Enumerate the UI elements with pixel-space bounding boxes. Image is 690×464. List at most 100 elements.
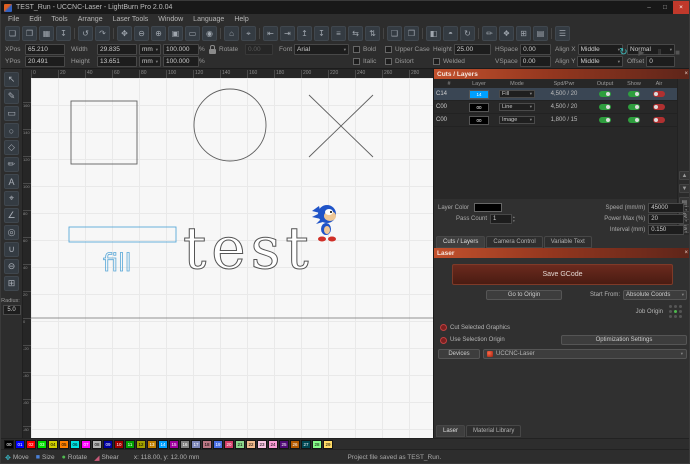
ungroup-icon[interactable]: ❒ xyxy=(404,26,419,41)
layer-color-swatch[interactable]: 14 xyxy=(469,89,489,99)
interval-input[interactable]: 0.150 xyxy=(648,224,685,235)
test-text-shape[interactable]: test xyxy=(183,214,314,283)
node-edit-icon[interactable]: ✏ xyxy=(482,26,497,41)
job-origin-dot[interactable] xyxy=(679,310,682,313)
palette-swatch-10[interactable]: 10 xyxy=(114,439,124,449)
save-file-icon[interactable]: ▦ xyxy=(39,26,54,41)
palette-swatch-22[interactable]: 22 xyxy=(246,439,256,449)
job-origin-dot[interactable] xyxy=(669,310,672,313)
layer-mode-select[interactable]: Fill ▾ xyxy=(499,90,535,98)
job-origin-dot[interactable] xyxy=(674,305,677,308)
palette-swatch-18[interactable]: 18 xyxy=(202,439,212,449)
layer-row[interactable]: C14 14 Fill ▾ 4,500 / 20 xyxy=(434,88,677,101)
layer-output-toggle[interactable] xyxy=(599,117,611,123)
job-origin-dot[interactable] xyxy=(669,305,672,308)
job-origin-dot[interactable] xyxy=(679,315,682,318)
layer-air-toggle[interactable] xyxy=(653,117,665,123)
go-to-origin-icon[interactable]: ⌖ xyxy=(241,26,256,41)
weld-shapes-icon[interactable]: ∪ xyxy=(4,242,19,257)
interval-stepper[interactable]: ▴ ▾ xyxy=(685,226,687,234)
pan-icon[interactable]: ✥ xyxy=(117,26,132,41)
palette-swatch-23[interactable]: 23 xyxy=(257,439,267,449)
zoom-in-icon[interactable]: ⊕ xyxy=(151,26,166,41)
palette-swatch-15[interactable]: 15 xyxy=(169,439,179,449)
distribute-h-icon[interactable]: ⇆ xyxy=(348,26,363,41)
width-scale-input[interactable]: 100.000 xyxy=(163,43,199,55)
align-top-icon[interactable]: ↥ xyxy=(297,26,312,41)
ypos-input[interactable]: 20.491 xyxy=(25,55,65,67)
menu-edit[interactable]: Edit xyxy=(24,16,46,23)
tab-laser[interactable]: Laser xyxy=(436,425,466,437)
drawing-area[interactable]: fill test xyxy=(31,78,433,438)
mirror-h-icon[interactable]: ◧ xyxy=(426,26,441,41)
palette-swatch-19[interactable]: 19 xyxy=(213,439,223,449)
tab-cuts-layers[interactable]: Cuts / Layers xyxy=(436,236,486,248)
palette-swatch-27[interactable]: 27 xyxy=(301,439,311,449)
menu-arrange[interactable]: Arrange xyxy=(73,16,108,23)
layer-air-toggle[interactable] xyxy=(653,104,665,110)
align-bottom-icon[interactable]: ↧ xyxy=(314,26,329,41)
layer-row[interactable]: C00 00 Image ▾ 1,800 / 15 xyxy=(434,114,677,127)
pass-count-stepper[interactable]: ▴ ▾ xyxy=(513,215,515,223)
job-origin-dot[interactable] xyxy=(679,305,682,308)
layer-row[interactable]: C00 00 Line ▾ 4,500 / 20 xyxy=(434,101,677,114)
palette-swatch-05[interactable]: 05 xyxy=(59,439,69,449)
distort-checkbox[interactable] xyxy=(385,57,392,65)
select-tool-icon[interactable]: ↖ xyxy=(4,72,19,87)
palette-swatch-12[interactable]: 12 xyxy=(136,439,146,449)
home-icon[interactable]: ⌂ xyxy=(224,26,239,41)
rotate-cw-icon[interactable]: ↻ xyxy=(460,26,475,41)
italic-checkbox[interactable] xyxy=(353,57,360,65)
position-laser-icon[interactable]: ⌖ xyxy=(4,191,19,206)
close-button[interactable]: × xyxy=(673,1,689,14)
power-max-stepper[interactable]: ▴ ▾ xyxy=(685,215,687,223)
hspace-input[interactable]: 0.00 xyxy=(520,43,551,55)
job-origin-dot[interactable] xyxy=(669,315,672,318)
height-scale-input[interactable]: 100.000 xyxy=(163,55,199,67)
radius-input[interactable]: 5.0 xyxy=(2,305,21,315)
palette-swatch-20[interactable]: 20 xyxy=(224,439,234,449)
edit-nodes-icon[interactable]: ✏ xyxy=(4,157,19,172)
menu-window[interactable]: Window xyxy=(153,16,188,23)
palette-swatch-28[interactable]: 28 xyxy=(312,439,322,449)
layer-color-swatch[interactable] xyxy=(474,203,503,212)
layer-output-toggle[interactable] xyxy=(599,91,611,97)
power-max-input[interactable]: 20 xyxy=(648,213,685,224)
palette-swatch-17[interactable]: 17 xyxy=(191,439,201,449)
group-icon[interactable]: ❑ xyxy=(387,26,402,41)
layer-up-icon[interactable]: ▲ xyxy=(679,171,689,181)
boolean-subtract-icon[interactable]: ⊖ xyxy=(4,259,19,274)
grid-array-tool-icon[interactable]: ⊞ xyxy=(4,276,19,291)
ellipse-tool-icon[interactable]: ○ xyxy=(4,123,19,138)
palette-swatch-25[interactable]: 25 xyxy=(279,439,289,449)
pass-count-input[interactable]: 1 xyxy=(490,213,513,224)
frame-icon[interactable]: ▣ xyxy=(168,26,183,41)
layer-air-toggle[interactable] xyxy=(653,91,665,97)
palette-swatch-09[interactable]: 09 xyxy=(103,439,113,449)
job-origin-dot[interactable] xyxy=(674,315,677,318)
width-unit-select[interactable]: mm ▾ xyxy=(139,43,161,55)
layer-mode-select[interactable]: Image ▾ xyxy=(499,116,535,124)
menu-language[interactable]: Language xyxy=(188,16,229,23)
palette-swatch-03[interactable]: 03 xyxy=(37,439,47,449)
xpos-input[interactable]: 65.210 xyxy=(25,43,65,55)
layer-show-toggle[interactable] xyxy=(628,104,640,110)
menu-help[interactable]: Help xyxy=(229,16,253,23)
palette-swatch-16[interactable]: 16 xyxy=(180,439,190,449)
redo-icon[interactable]: ↷ xyxy=(95,26,110,41)
upper-case-checkbox[interactable] xyxy=(385,45,392,53)
speed-input[interactable]: 45000 xyxy=(648,202,685,213)
palette-swatch-06[interactable]: 06 xyxy=(70,439,80,449)
minimize-button[interactable]: – xyxy=(641,1,657,14)
speed-stepper[interactable]: ▴ ▾ xyxy=(685,204,687,212)
palette-swatch-29[interactable]: 29 xyxy=(323,439,333,449)
align-left-icon[interactable]: ⇤ xyxy=(263,26,278,41)
use-selection-indicator-icon[interactable] xyxy=(440,336,447,344)
width-input[interactable]: 29.835 xyxy=(97,43,137,55)
fill-text-shape[interactable]: fill xyxy=(103,249,132,278)
open-file-icon[interactable]: ❐ xyxy=(22,26,37,41)
trace-image-icon[interactable]: ❖ xyxy=(499,26,514,41)
palette-swatch-26[interactable]: 26 xyxy=(290,439,300,449)
bold-checkbox[interactable] xyxy=(353,45,360,53)
text-tool-icon[interactable]: A xyxy=(4,174,19,189)
